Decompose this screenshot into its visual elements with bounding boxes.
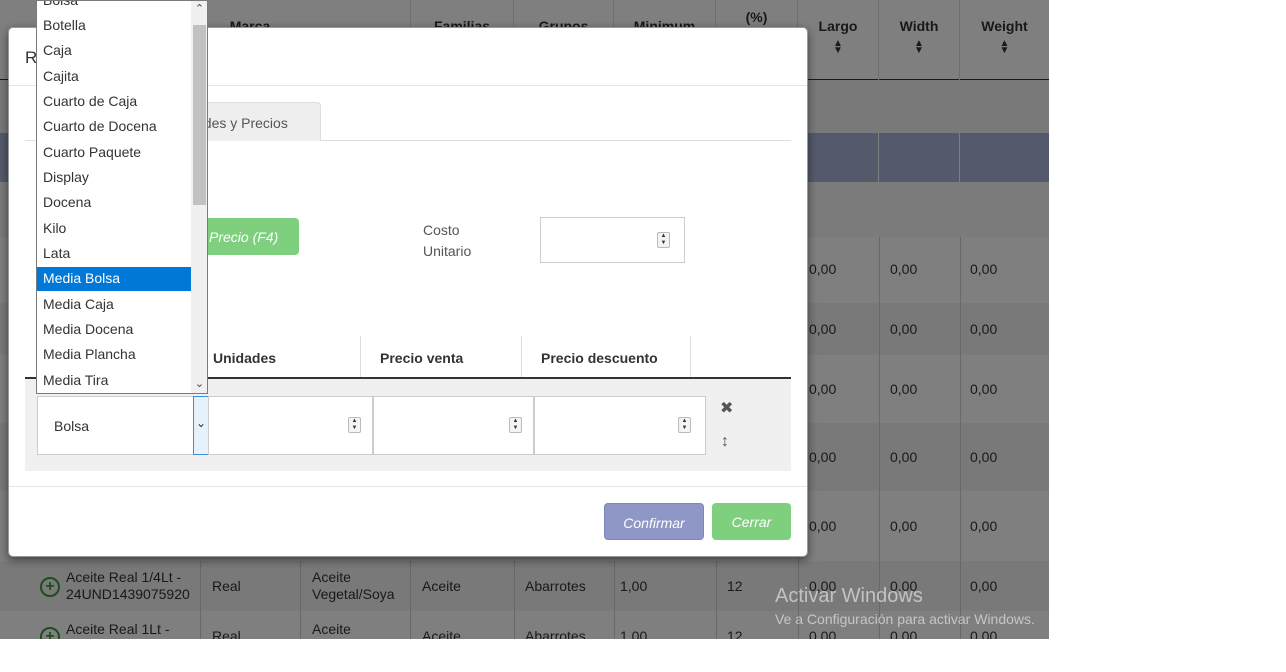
dropdown-option[interactable]: Kilo: [37, 217, 191, 241]
unit-select-value: Bolsa: [54, 418, 90, 434]
confirm-button[interactable]: Confirmar: [604, 503, 704, 540]
vertical-move-icon[interactable]: ↕: [721, 433, 729, 451]
dropdown-option[interactable]: Display: [37, 166, 191, 190]
modal-footer-divider: [9, 486, 807, 487]
spinner-icon[interactable]: ▲ ▼: [348, 417, 361, 433]
chevron-down-icon[interactable]: ⌄: [191, 377, 207, 393]
unidades-input[interactable]: ▲ ▼: [208, 396, 373, 455]
dropdown-option[interactable]: Media Plancha: [37, 343, 191, 367]
column-header-precio-venta: Precio venta: [361, 336, 522, 377]
dropdown-option-highlighted[interactable]: Media Bolsa: [37, 267, 191, 291]
spinner-icon[interactable]: ▲ ▼: [509, 417, 522, 433]
windows-activation-title: Activar Windows: [775, 585, 923, 607]
windows-activation-subtitle: Ve a Configuración para activar Windows.: [775, 611, 1035, 627]
unit-dropdown-list[interactable]: Bolsa Botella Caja Cajita Cuarto de Caja…: [36, 0, 208, 394]
column-header-unidades: Unidades: [213, 336, 361, 377]
unit-select[interactable]: Bolsa ⌄: [37, 396, 209, 455]
costo-unitario-label: Costo Unitario: [423, 222, 472, 259]
chevron-up-icon[interactable]: ⌃: [191, 2, 207, 19]
precio-descuento-input[interactable]: ▲ ▼: [534, 396, 706, 455]
chevron-down-icon[interactable]: ⌄: [193, 396, 209, 455]
dropdown-option[interactable]: Bolsa: [37, 1, 191, 13]
dropdown-option[interactable]: Caja: [37, 39, 191, 63]
dropdown-option[interactable]: Lata: [37, 242, 191, 266]
column-header-precio-descuento: Precio descuento: [522, 336, 691, 377]
dropdown-option[interactable]: Botella: [37, 14, 191, 38]
precio-venta-input[interactable]: ▲ ▼: [373, 396, 534, 455]
spinner-icon[interactable]: ▲ ▼: [657, 232, 670, 248]
dropdown-option[interactable]: Media Docena: [37, 318, 191, 342]
dropdown-scrollbar[interactable]: ⌃ ⌄: [191, 1, 207, 393]
scrollbar-thumb[interactable]: [193, 25, 206, 205]
dropdown-option[interactable]: Media Caja: [37, 293, 191, 317]
dropdown-option[interactable]: Cajita: [37, 65, 191, 89]
dropdown-option[interactable]: Cuarto Paquete: [37, 141, 191, 165]
dropdown-option[interactable]: Cuarto de Docena: [37, 115, 191, 139]
close-icon[interactable]: ✖: [720, 398, 733, 418]
costo-unitario-input[interactable]: ▲ ▼: [540, 217, 685, 263]
dropdown-option[interactable]: Cuarto de Caja: [37, 90, 191, 114]
dropdown-option[interactable]: Media Tira: [37, 369, 191, 393]
spinner-icon[interactable]: ▲ ▼: [678, 417, 691, 433]
dropdown-option[interactable]: Docena: [37, 191, 191, 215]
close-button[interactable]: Cerrar: [712, 503, 791, 540]
